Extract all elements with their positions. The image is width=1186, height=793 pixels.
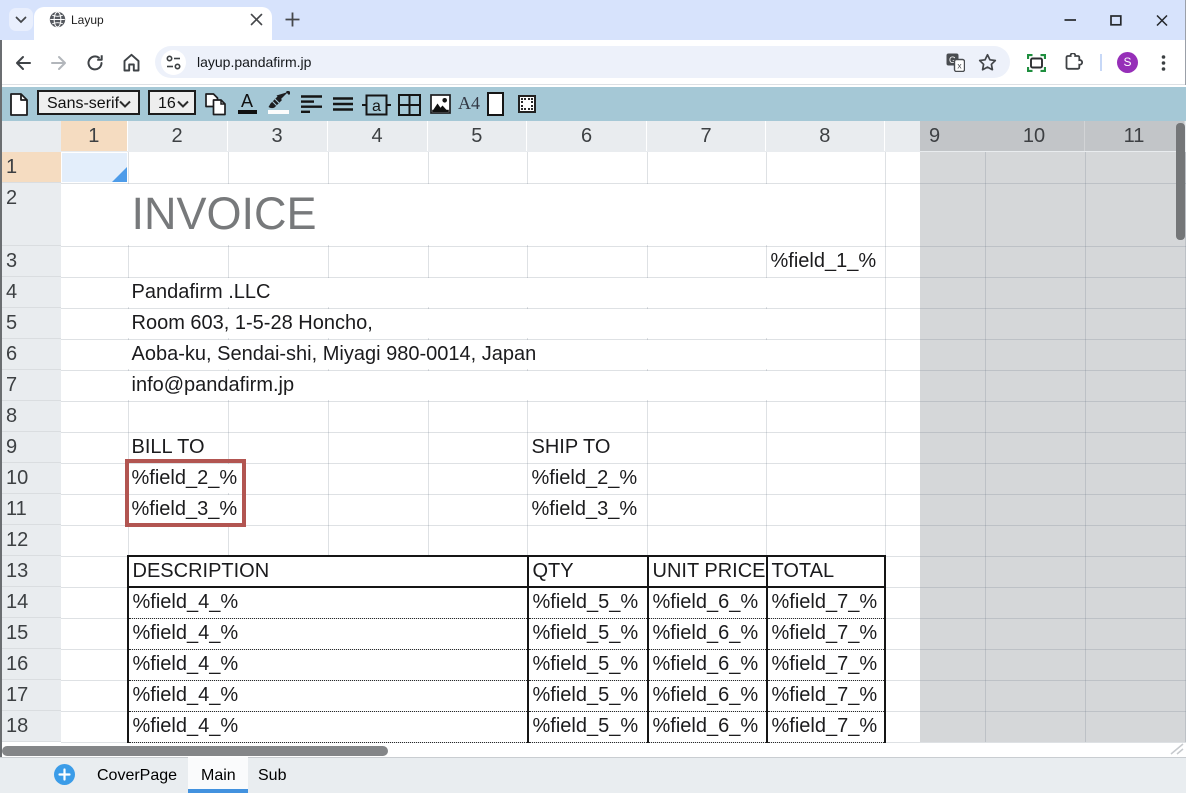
svg-text:a: a [372, 98, 381, 115]
